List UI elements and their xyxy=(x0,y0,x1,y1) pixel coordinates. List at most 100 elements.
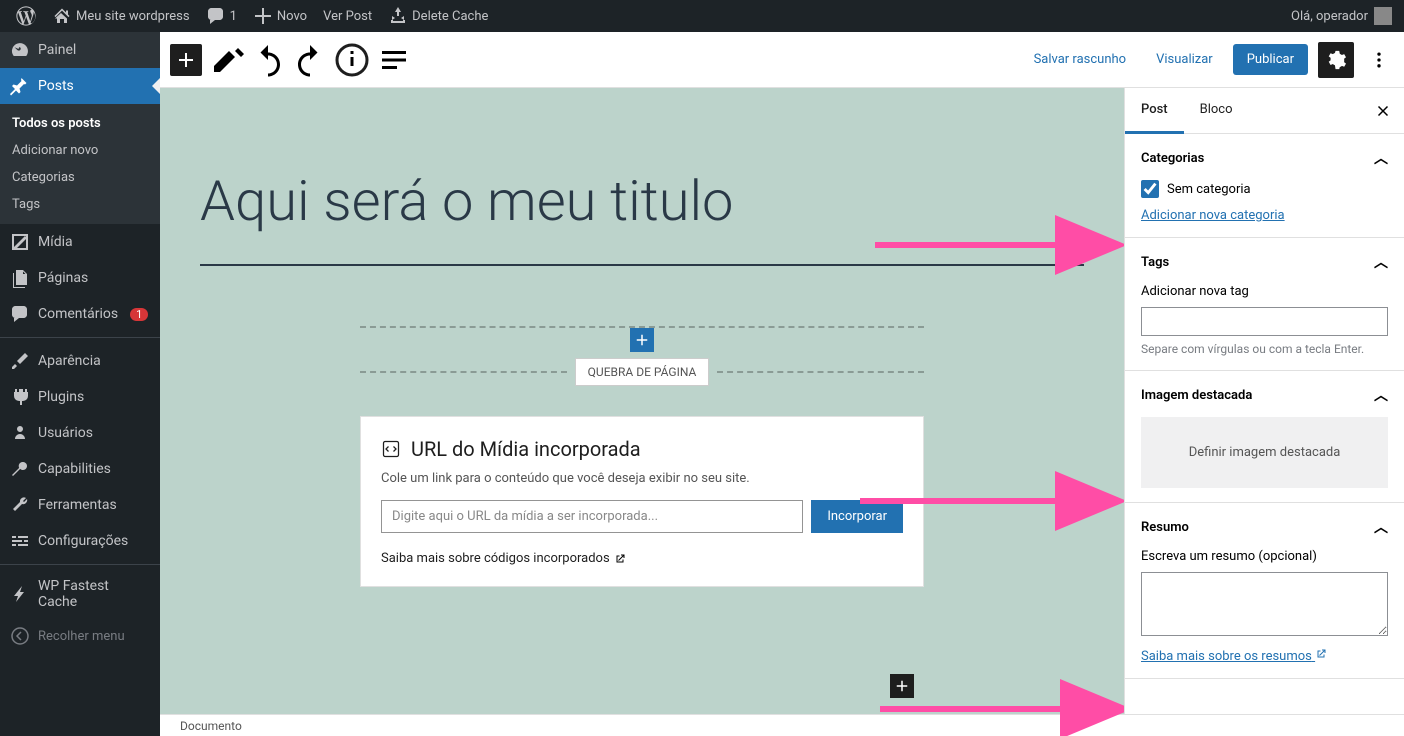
admin-bar: Meu site wordpress 1 Novo Ver Post Delet… xyxy=(0,0,1404,32)
media-icon xyxy=(10,232,30,252)
sidebar-item-users[interactable]: Usuários xyxy=(0,415,160,451)
breadcrumb[interactable]: Documento xyxy=(180,719,242,733)
view-post-link[interactable]: Ver Post xyxy=(315,0,380,32)
sidebar-item-posts[interactable]: Posts xyxy=(0,68,160,104)
submenu-add-post[interactable]: Adicionar novo xyxy=(0,137,160,164)
sidebar-item-appearance[interactable]: Aparência xyxy=(0,343,160,379)
editor-toolbar: Salvar rascunho Visualizar Publicar xyxy=(160,32,1404,88)
outline-button[interactable] xyxy=(376,42,412,78)
collapse-label: Recolher menu xyxy=(38,629,125,644)
redo-button[interactable] xyxy=(292,42,328,78)
greeting: Olá, operador xyxy=(1291,9,1368,24)
sidebar-item-tools[interactable]: Ferramentas xyxy=(0,487,160,523)
chevron-up-icon: ︿ xyxy=(1374,385,1388,405)
user-menu[interactable]: Olá, operador xyxy=(1291,7,1396,25)
sidebar-item-comments[interactable]: Comentários 1 xyxy=(0,296,160,332)
wrench-icon xyxy=(10,495,30,515)
sidebar-item-label: Plugins xyxy=(38,389,84,405)
comments-link[interactable]: 1 xyxy=(198,0,245,32)
pin-icon xyxy=(10,76,30,96)
embed-block[interactable]: URL do Mídia incorporada Cole um link pa… xyxy=(360,416,924,587)
add-block-button[interactable] xyxy=(170,44,202,76)
panel-categories: Categorias ︿ Sem categoria Adicionar nov… xyxy=(1125,134,1404,238)
wp-logo[interactable] xyxy=(8,0,44,32)
embed-icon xyxy=(381,439,401,459)
panel-featured-image: Imagem destacada ︿ Definir imagem destac… xyxy=(1125,371,1404,503)
sidebar-item-dashboard[interactable]: Painel xyxy=(0,32,160,68)
category-checkbox[interactable] xyxy=(1141,180,1159,198)
sidebar-item-media[interactable]: Mídia xyxy=(0,224,160,260)
editor-canvas[interactable]: Aqui será o meu titulo QUEBRA DE PÁGINA … xyxy=(160,88,1124,736)
page-break-block[interactable]: QUEBRA DE PÁGINA xyxy=(360,326,924,386)
site-name: Meu site wordpress xyxy=(76,9,190,24)
panel-featured-toggle[interactable]: Imagem destacada ︿ xyxy=(1141,385,1388,405)
delete-cache-link[interactable]: Delete Cache xyxy=(380,0,496,32)
panel-summary: Resumo ︿ Escreva um resumo (opcional) Sa… xyxy=(1125,503,1404,679)
embed-title: URL do Mídia incorporada xyxy=(411,437,641,461)
save-draft-button[interactable]: Salvar rascunho xyxy=(1024,46,1137,73)
comments-badge: 1 xyxy=(130,308,148,321)
cache-icon xyxy=(388,6,408,26)
panel-tags-toggle[interactable]: Tags ︿ xyxy=(1141,252,1388,272)
comments-icon xyxy=(10,304,30,324)
embed-button[interactable]: Incorporar xyxy=(811,500,903,533)
sidebar-item-label: Páginas xyxy=(38,270,88,286)
wordpress-icon xyxy=(16,6,36,26)
publish-button[interactable]: Publicar xyxy=(1233,44,1308,75)
sidebar-item-pages[interactable]: Páginas xyxy=(0,260,160,296)
append-block-button[interactable] xyxy=(890,674,914,698)
set-featured-image-button[interactable]: Definir imagem destacada xyxy=(1141,417,1388,488)
embed-learn-more-link[interactable]: Saiba mais sobre códigos incorporados xyxy=(381,551,626,566)
submenu-all-posts[interactable]: Todos os posts xyxy=(0,110,160,137)
sidebar-item-label: WP Fastest Cache xyxy=(38,578,150,610)
category-uncategorized[interactable]: Sem categoria xyxy=(1141,180,1388,198)
posts-submenu: Todos os posts Adicionar novo Categorias… xyxy=(0,104,160,224)
sidebar-item-wpfc[interactable]: WP Fastest Cache xyxy=(0,570,160,618)
close-inspector-button[interactable] xyxy=(1370,98,1396,128)
info-button[interactable] xyxy=(334,42,370,78)
tab-post[interactable]: Post xyxy=(1125,88,1184,134)
panel-summary-toggle[interactable]: Resumo ︿ xyxy=(1141,517,1388,537)
sidebar-item-label: Aparência xyxy=(38,353,101,369)
edit-mode-button[interactable] xyxy=(208,42,244,78)
sidebar-item-label: Comentários xyxy=(38,306,118,322)
chevron-up-icon: ︿ xyxy=(1374,252,1388,272)
sidebar-item-label: Configurações xyxy=(38,533,128,549)
tags-input[interactable] xyxy=(1141,307,1388,336)
editor: Salvar rascunho Visualizar Publicar Aqui… xyxy=(160,32,1404,736)
new-link[interactable]: Novo xyxy=(245,0,315,32)
external-link-icon xyxy=(614,553,626,565)
insert-block-button[interactable] xyxy=(630,328,654,352)
comments-count: 1 xyxy=(230,9,237,24)
key-icon xyxy=(10,459,30,479)
sidebar-item-settings[interactable]: Configurações xyxy=(0,523,160,559)
brush-icon xyxy=(10,351,30,371)
post-title[interactable]: Aqui será o meu titulo xyxy=(160,88,1124,264)
embed-description: Cole um link para o conteúdo que você de… xyxy=(381,471,903,486)
site-link[interactable]: Meu site wordpress xyxy=(44,0,198,32)
settings-toggle[interactable] xyxy=(1318,42,1354,78)
tags-hint: Separe com vírgulas ou com a tecla Enter… xyxy=(1141,342,1388,356)
chevron-up-icon: ︿ xyxy=(1374,517,1388,537)
sidebar-item-plugins[interactable]: Plugins xyxy=(0,379,160,415)
submenu-tags[interactable]: Tags xyxy=(0,191,160,218)
summary-textarea[interactable] xyxy=(1141,572,1388,636)
sidebar-item-label: Capabilities xyxy=(38,461,111,477)
title-underline xyxy=(200,264,1084,266)
panel-categories-toggle[interactable]: Categorias ︿ xyxy=(1141,148,1388,168)
submenu-categories[interactable]: Categorias xyxy=(0,164,160,191)
undo-button[interactable] xyxy=(250,42,286,78)
summary-learn-more-link[interactable]: Saiba mais sobre os resumos xyxy=(1141,649,1327,664)
admin-sidebar: Painel Posts Todos os posts Adicionar no… xyxy=(0,32,160,736)
new-label: Novo xyxy=(277,9,307,24)
sidebar-item-label: Usuários xyxy=(38,425,93,441)
sidebar-item-capabilities[interactable]: Capabilities xyxy=(0,451,160,487)
preview-button[interactable]: Visualizar xyxy=(1146,46,1223,73)
more-options-button[interactable] xyxy=(1364,42,1394,78)
panel-tags: Tags ︿ Adicionar nova tag Separe com vír… xyxy=(1125,238,1404,371)
bolt-icon xyxy=(10,584,30,604)
embed-url-input[interactable] xyxy=(381,500,803,533)
add-category-link[interactable]: Adicionar nova categoria xyxy=(1141,208,1285,223)
collapse-menu[interactable]: Recolher menu xyxy=(0,618,160,654)
tab-block[interactable]: Bloco xyxy=(1184,88,1249,133)
